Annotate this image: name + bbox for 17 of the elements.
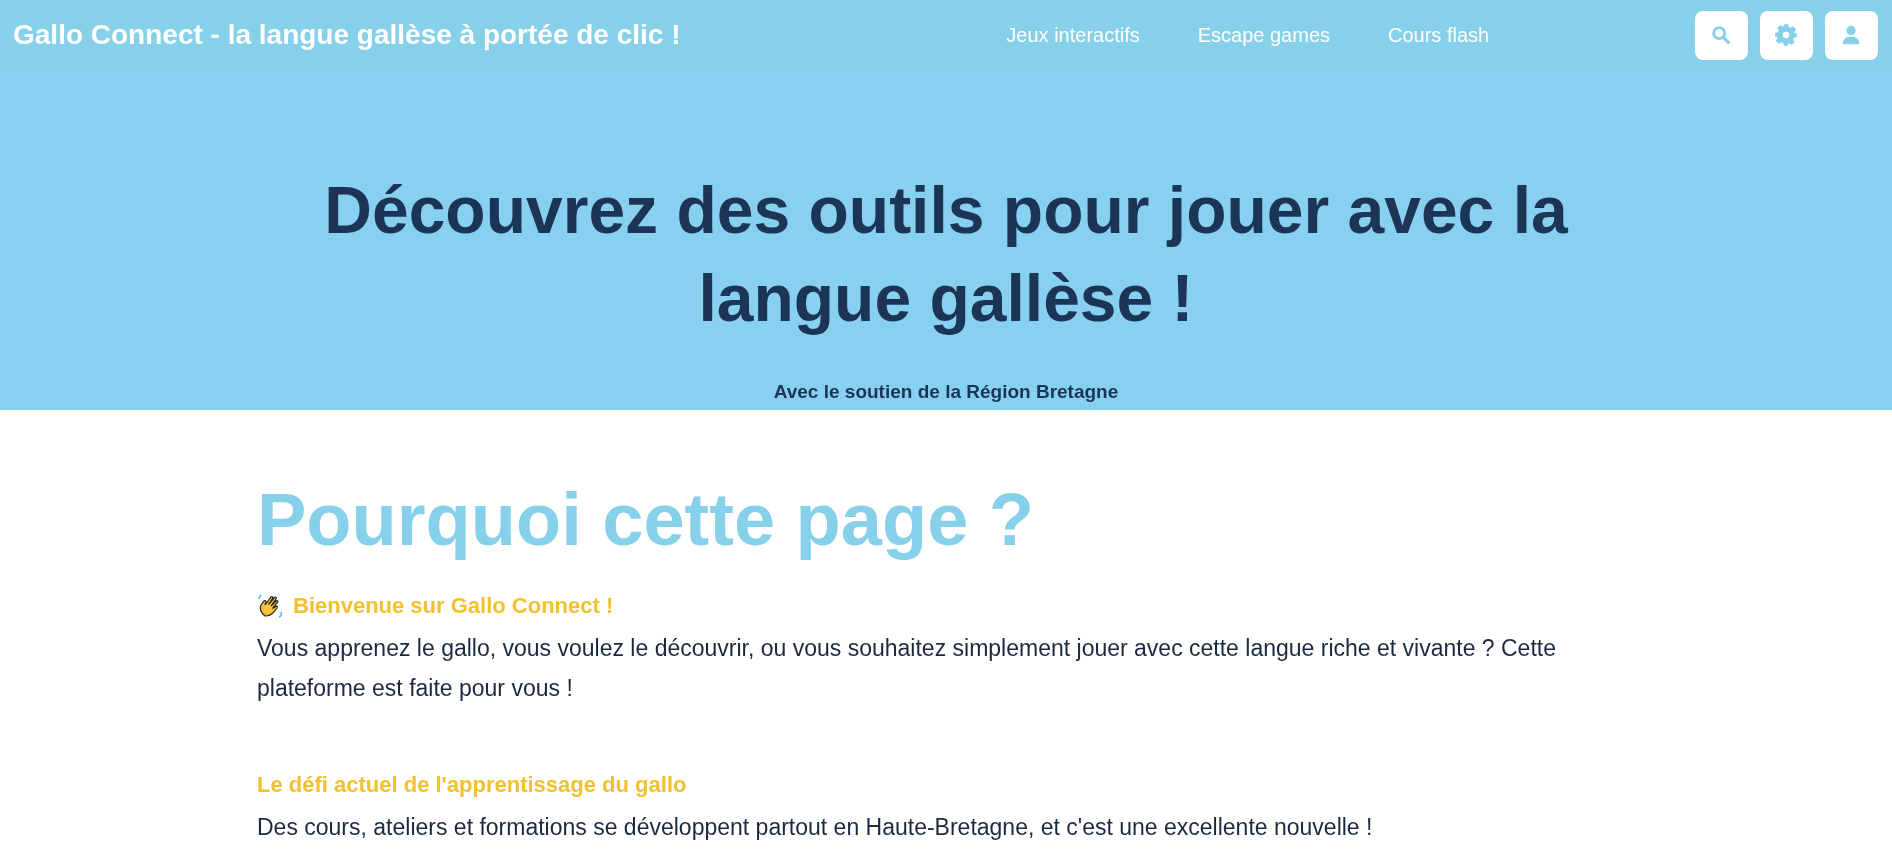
section-heading: Bienvenue sur Gallo Connect ! xyxy=(293,592,614,620)
waving-hand-icon xyxy=(257,591,285,620)
site-title[interactable]: Gallo Connect - la langue gallèse à portée de clic ! xyxy=(13,14,681,56)
section-heading: Le défi actuel de l'apprentissage du gallo xyxy=(257,771,687,799)
paragraph: Des cours, ateliers et formations se développent partout en Haute-Bretagne, et c'est une excellente nouvelle ! xyxy=(257,813,1374,842)
hero-subtitle: Avec le soutien de la Région Bretagne xyxy=(773,380,1119,404)
account-button[interactable] xyxy=(1825,10,1878,60)
nav-link[interactable]: Cours flash xyxy=(1388,20,1490,50)
nav-link[interactable]: Escape games xyxy=(1197,20,1330,50)
settings-button[interactable] xyxy=(1760,10,1813,60)
settings-icon xyxy=(1773,22,1800,48)
search-button[interactable] xyxy=(1695,10,1748,60)
page-heading: Pourquoi cette page ? xyxy=(257,478,1036,562)
nav-link[interactable]: Jeux interactifs xyxy=(1006,20,1140,50)
paragraph: Vous apprenez le gallo, vous voulez le découvrir, ou vous souhaitez simplement jouer avec cette langue riche et vivante ? Cette plateforme est faite pour vous ! xyxy=(257,634,1557,703)
search-icon xyxy=(1710,24,1733,46)
hero-heading: Découvrez des outils pour jouer avec la langue gallèse ! xyxy=(323,172,1569,337)
